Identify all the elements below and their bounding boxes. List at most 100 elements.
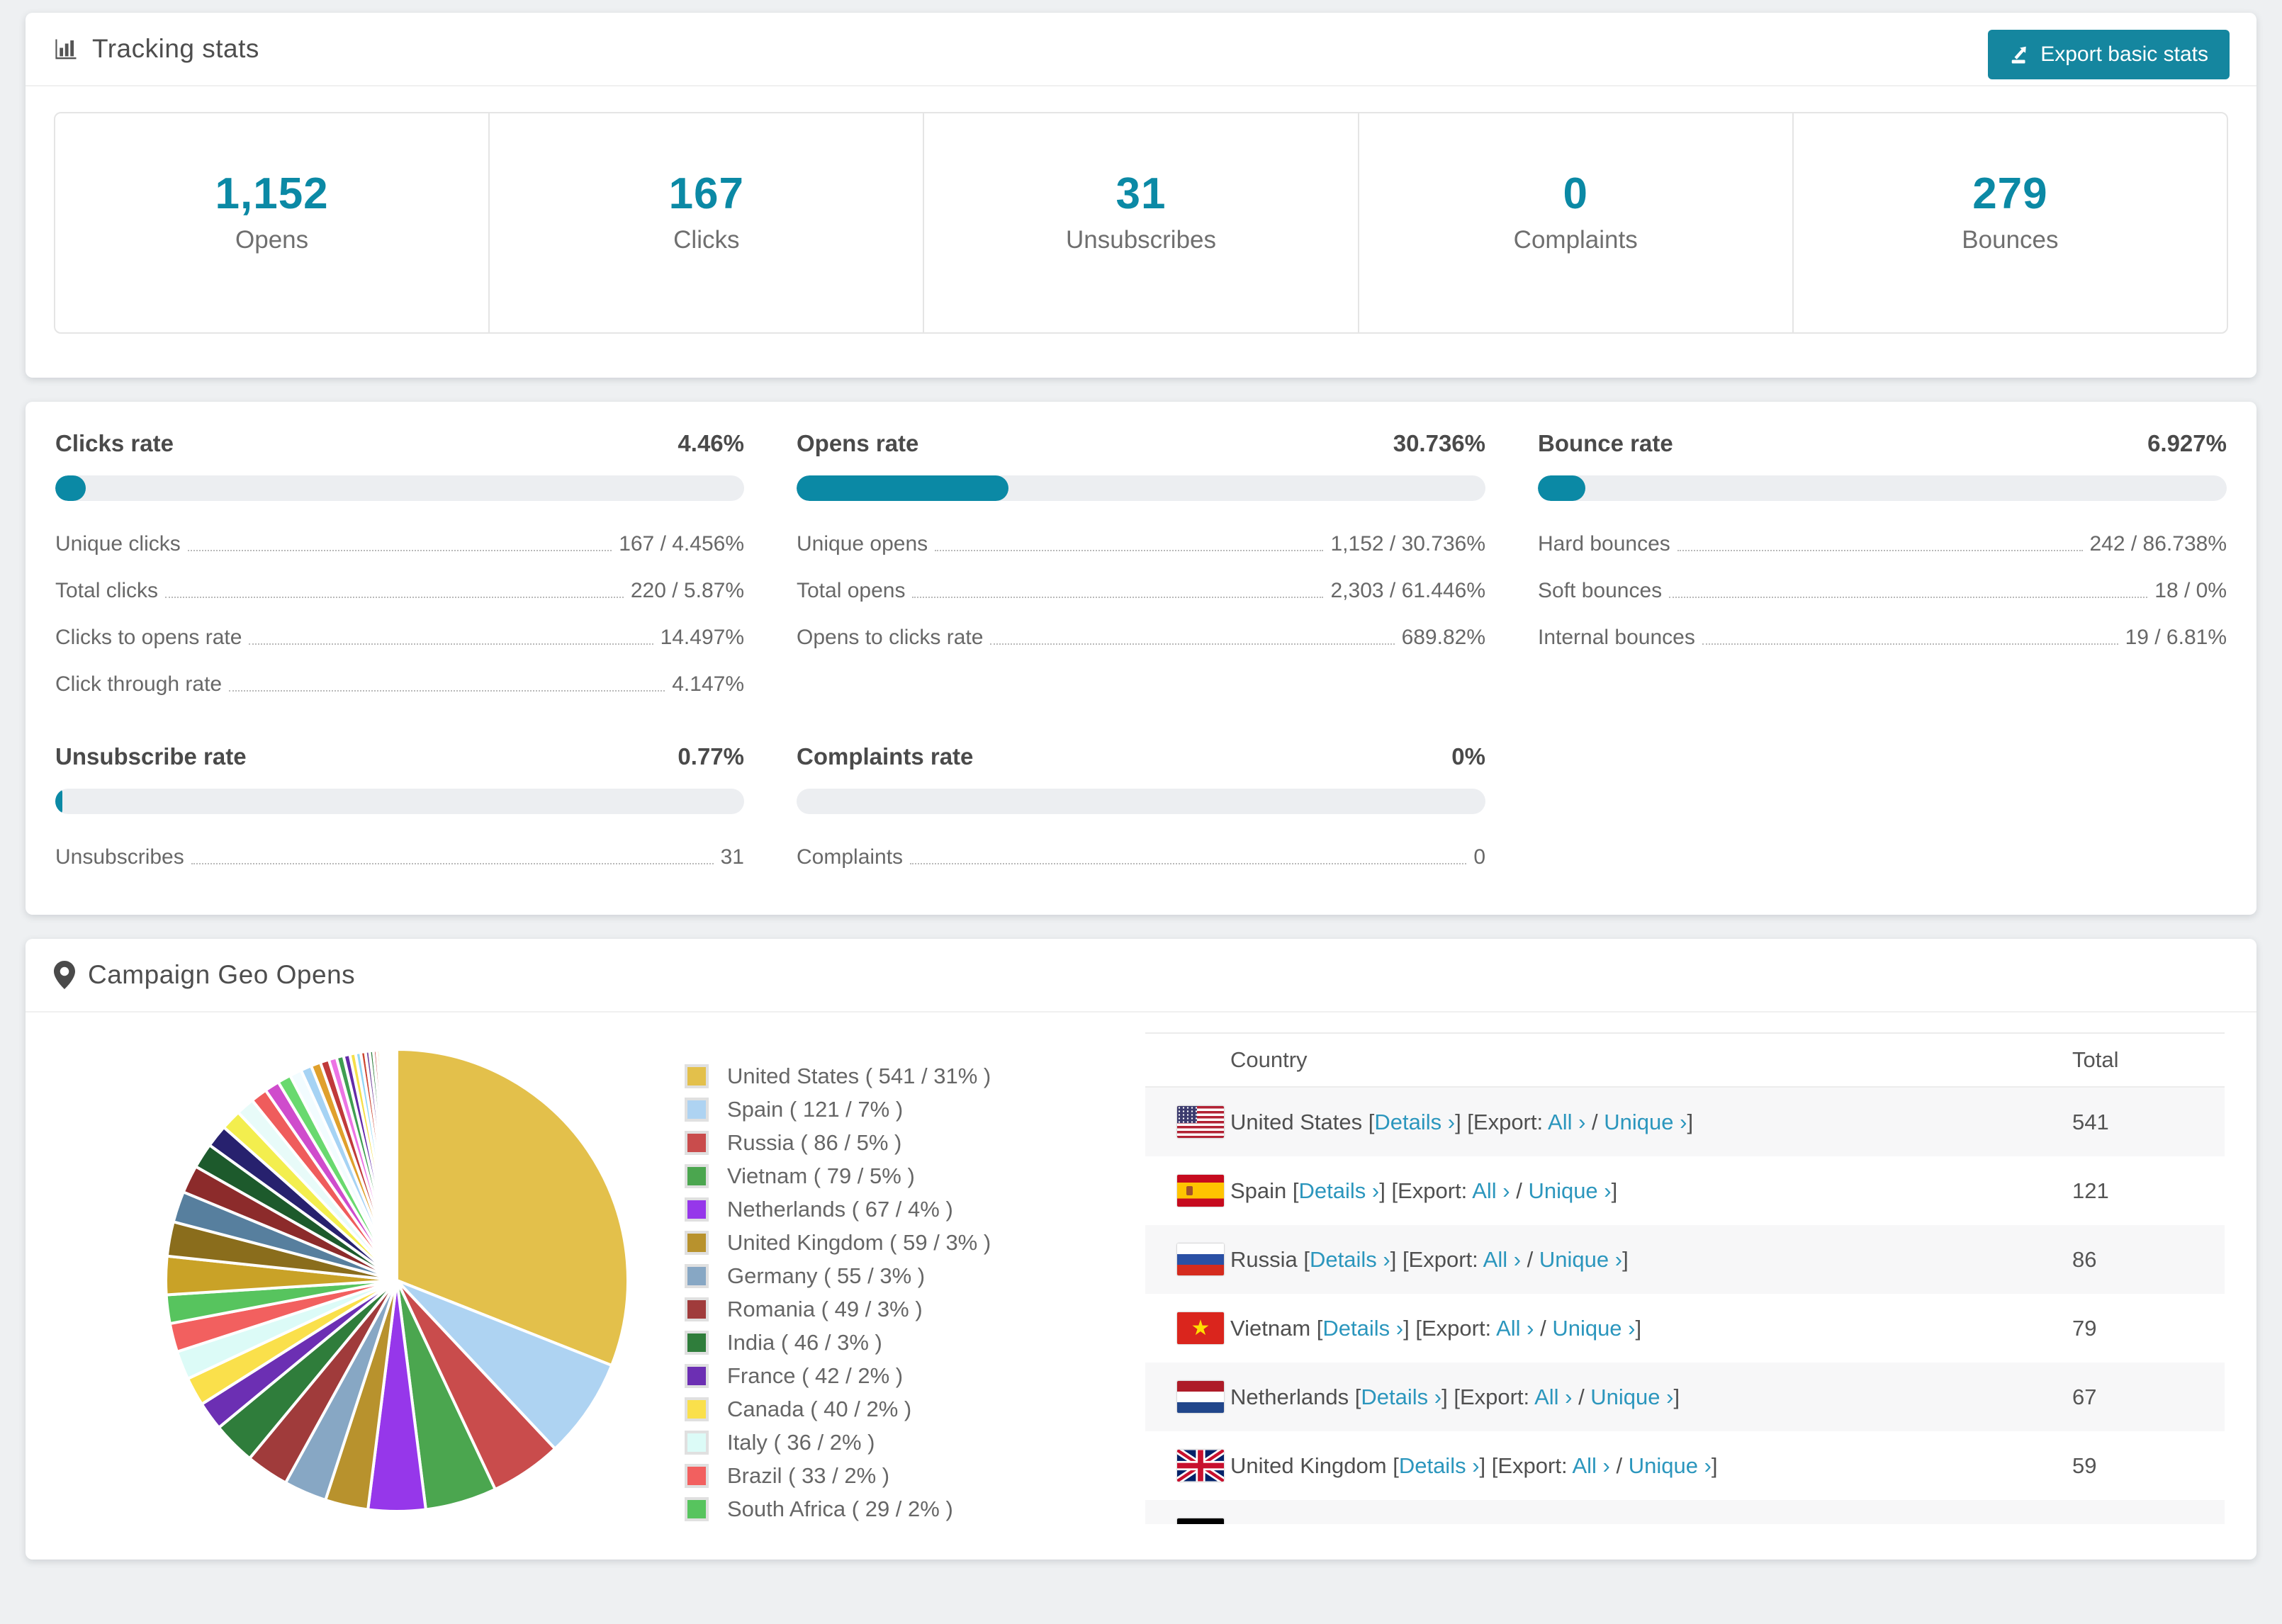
legend-label: Canada ( 40 / 2% ) (727, 1397, 912, 1421)
stat-row-label: Soft bounces (1538, 579, 1663, 602)
country-name: Germany (1230, 1522, 1320, 1525)
legend-label: Romania ( 49 / 3% ) (727, 1297, 923, 1321)
export-icon (2009, 44, 2030, 65)
legend-swatch (685, 1197, 709, 1222)
export-unique-link[interactable]: Unique › (1563, 1522, 1646, 1525)
stat-row: Total opens 2,303 / 61.446% (797, 579, 1485, 603)
export-unique-link[interactable]: Unique › (1539, 1247, 1622, 1272)
stat-row: Unique opens 1,152 / 30.736% (797, 532, 1485, 556)
details-link[interactable]: Details › (1361, 1385, 1441, 1409)
details-link[interactable]: Details › (1374, 1110, 1455, 1134)
gb-flag-icon (1177, 1450, 1224, 1482)
geo-pie-chart (160, 1044, 634, 1530)
table-row: Netherlands [Details ›] [Export: All › /… (1145, 1363, 2225, 1431)
legend-item: Vietnam ( 79 / 5% ) (685, 1163, 1124, 1189)
country-column-header: Country (1230, 1047, 1308, 1072)
rate-section: Bounce rate 6.927% Hard bounces 242 / 86… (1538, 430, 2227, 697)
dashboard-page: Tracking stats Export basic stats 1,152 … (0, 0, 2282, 1560)
legend-swatch (685, 1098, 709, 1122)
stat-row-value: 689.82% (1401, 626, 1485, 649)
legend-label: Russia ( 86 / 5% ) (727, 1130, 902, 1155)
progress-bar (1538, 475, 2227, 501)
legend-item: United States ( 541 / 31% ) (685, 1064, 1124, 1089)
export-unique-link[interactable]: Unique › (1528, 1178, 1611, 1203)
legend-item: Germany ( 55 / 3% ) (685, 1263, 1124, 1289)
stat-row: Soft bounces 18 / 0% (1538, 579, 2227, 603)
table-row: United Kingdom [Details ›] [Export: All … (1145, 1431, 2225, 1500)
legend-label: United Kingdom ( 59 / 3% ) (727, 1230, 991, 1255)
stat-row-value: 220 / 5.87% (630, 579, 744, 602)
details-link[interactable]: Details › (1399, 1453, 1480, 1478)
legend-item: Romania ( 49 / 3% ) (685, 1297, 1124, 1322)
stat-row-value: 1,152 / 30.736% (1330, 532, 1485, 556)
legend-item: India ( 46 / 3% ) (685, 1330, 1124, 1355)
table-row: Germany [Details ›] [Export: All › / Uni… (1145, 1500, 2225, 1524)
table-row: United States [Details ›] [Export: All ›… (1145, 1088, 2225, 1156)
details-link[interactable]: Details › (1333, 1522, 1414, 1525)
export-all-link[interactable]: All › (1483, 1247, 1521, 1272)
stat-label: Unsubscribes (1065, 226, 1217, 254)
dotted-leader (229, 690, 665, 692)
progress-bar (797, 789, 1485, 814)
export-all-link[interactable]: All › (1572, 1453, 1609, 1478)
country-total: 59 (2072, 1453, 2097, 1478)
summary-stat: 0 Complaints (1357, 113, 1792, 332)
export-unique-link[interactable]: Unique › (1552, 1316, 1635, 1341)
export-unique-link[interactable]: Unique › (1629, 1453, 1712, 1478)
country-name: Vietnam (1230, 1315, 1311, 1341)
legend-swatch (685, 1431, 709, 1455)
legend-label: South Africa ( 29 / 2% ) (727, 1496, 953, 1521)
legend-label: Spain ( 121 / 7% ) (727, 1097, 904, 1122)
legend-swatch (685, 1397, 709, 1421)
stat-row: Unique clicks 167 / 4.456% (55, 532, 744, 556)
table-header-row: Country Total (1145, 1032, 2225, 1088)
export-unique-link[interactable]: Unique › (1590, 1385, 1673, 1409)
stat-row-label: Clicks to opens rate (55, 626, 242, 649)
country-name: Netherlands (1230, 1384, 1349, 1409)
stat-row-value: 167 / 4.456% (619, 532, 744, 556)
stat-row-value: 18 / 0% (2154, 579, 2227, 602)
rate-section: Clicks rate 4.46% Unique clicks 167 / 4.… (55, 430, 744, 697)
legend-swatch (685, 1164, 709, 1188)
progress-bar (55, 789, 744, 814)
legend-swatch (685, 1231, 709, 1255)
stat-row-label: Hard bounces (1538, 532, 1670, 556)
country-total: 79 (2072, 1315, 2097, 1341)
summary-stat: 279 Bounces (1792, 113, 2227, 332)
vn-flag-icon: ★ (1177, 1312, 1224, 1344)
rate-value: 6.927% (2147, 430, 2227, 456)
export-all-link[interactable]: All › (1472, 1178, 1510, 1203)
dotted-leader (187, 550, 612, 551)
stat-row: Opens to clicks rate 689.82% (797, 626, 1485, 650)
rate-value: 4.46% (678, 430, 744, 456)
legend-label: United States ( 541 / 31% ) (727, 1064, 991, 1088)
stat-value: 167 (668, 169, 745, 218)
export-all-link[interactable]: All › (1496, 1316, 1534, 1341)
export-all-link[interactable]: All › (1506, 1522, 1544, 1525)
details-link[interactable]: Details › (1322, 1316, 1403, 1341)
details-link[interactable]: Details › (1310, 1247, 1390, 1272)
export-all-link[interactable]: All › (1548, 1110, 1585, 1134)
progress-bar (55, 475, 744, 501)
legend-label: Netherlands ( 67 / 4% ) (727, 1197, 953, 1222)
stat-row-label: Total opens (797, 579, 906, 602)
country-total: 541 (2072, 1109, 2109, 1134)
legend-swatch (685, 1064, 709, 1088)
export-all-link[interactable]: All › (1534, 1385, 1572, 1409)
stat-row-label: Opens to clicks rate (797, 626, 984, 649)
ru-flag-icon (1177, 1244, 1224, 1275)
geo-opens-header: Campaign Geo Opens (26, 939, 2256, 1013)
legend-label: Germany ( 55 / 3% ) (727, 1263, 926, 1288)
stat-row: Complaints 0 (797, 845, 1485, 869)
de-flag-icon (1177, 1518, 1224, 1524)
bar-chart-icon (54, 36, 79, 62)
export-unique-link[interactable]: Unique › (1604, 1110, 1687, 1134)
rates-grid: Clicks rate 4.46% Unique clicks 167 / 4.… (55, 430, 2227, 869)
legend-label: Brazil ( 33 / 2% ) (727, 1463, 890, 1488)
table-row: Spain [Details ›] [Export: All › / Uniqu… (1145, 1156, 2225, 1225)
rate-section: Unsubscribe rate 0.77% Unsubscribes 31 (55, 743, 744, 869)
legend-swatch (685, 1364, 709, 1388)
details-link[interactable]: Details › (1299, 1178, 1380, 1203)
stat-row-label: Unique opens (797, 532, 928, 556)
export-basic-stats-button[interactable]: Export basic stats (1988, 30, 2230, 79)
